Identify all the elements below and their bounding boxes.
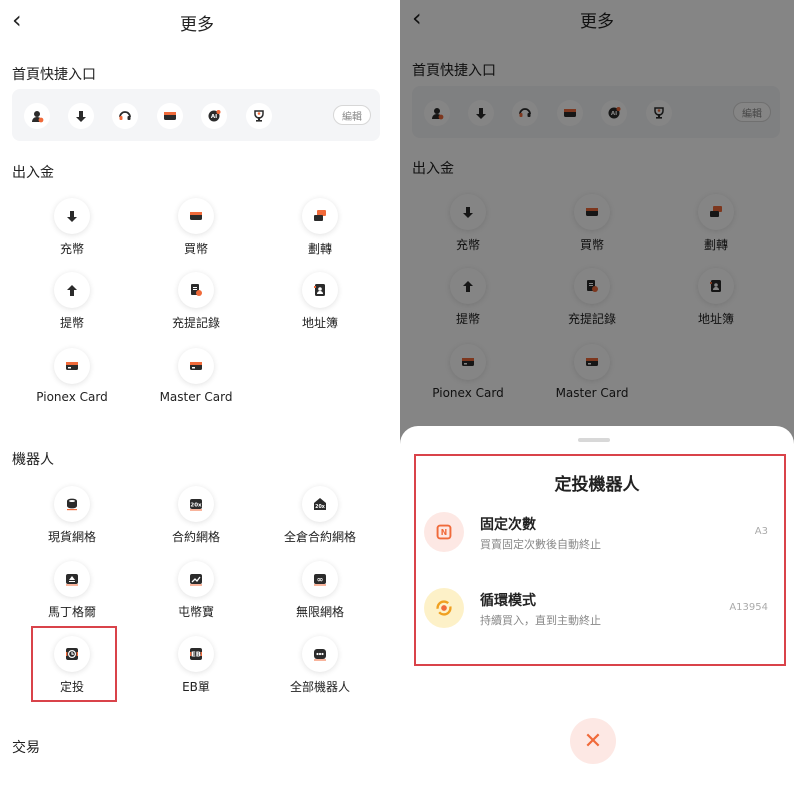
grid-item-futures-grid[interactable]: 合約網格 <box>136 486 256 545</box>
record-icon <box>178 272 214 308</box>
grid-label: 提幣 <box>59 316 84 330</box>
eb-order-icon <box>178 636 214 672</box>
grid-item-records[interactable]: 充提記錄 <box>136 272 256 331</box>
ai-icon[interactable] <box>201 103 227 129</box>
grid-item-transfer[interactable]: 劃轉 <box>260 198 380 257</box>
grid-item-address-book[interactable]: 地址簿 <box>260 272 380 331</box>
sheet-handle[interactable] <box>578 438 610 442</box>
trade-section-title: 交易 <box>12 740 40 756</box>
grid-label: 無限網格 <box>295 605 344 619</box>
grid-label: 全倉合約網格 <box>283 530 356 544</box>
grid-label: EB單 <box>182 680 210 694</box>
more-page-left: ‹ 更多 首頁快捷入口 編輯 出入金 充幣 買幣 劃轉 提幣 充提記錄 地址簿 … <box>0 0 394 786</box>
grid-item-hodl[interactable]: 屯幣寶 <box>136 561 256 620</box>
address-book-icon <box>302 272 338 308</box>
highlight-box <box>414 454 786 666</box>
grid-item-withdraw[interactable]: 提幣 <box>12 272 132 331</box>
grid-item-spot-grid[interactable]: 現貨網格 <box>12 486 132 545</box>
deposit-section-title: 出入金 <box>12 165 54 181</box>
grid-label: 全部機器人 <box>289 680 350 694</box>
quick-entry-bar: 編輯 <box>12 89 380 141</box>
grid-label: 充提記錄 <box>171 316 220 330</box>
grid-item-eb-order[interactable]: EB單 <box>136 636 256 695</box>
spot-grid-icon <box>54 486 90 522</box>
grid-label: 馬丁格爾 <box>47 605 96 619</box>
trophy-icon[interactable] <box>246 103 272 129</box>
transfer-icon <box>302 198 338 234</box>
cross-futures-grid-icon <box>302 486 338 522</box>
user-icon[interactable] <box>24 103 50 129</box>
headset-icon[interactable] <box>112 103 138 129</box>
grid-item-all-bots[interactable]: 全部機器人 <box>260 636 380 695</box>
highlight-box <box>31 626 117 702</box>
page-title: 更多 <box>180 15 214 35</box>
quick-entry-title: 首頁快捷入口 <box>12 67 96 83</box>
edit-button[interactable]: 編輯 <box>333 105 371 125</box>
upload-icon <box>54 272 90 308</box>
card-icon[interactable] <box>157 103 183 129</box>
pionex-card-icon <box>54 348 90 384</box>
master-card-icon <box>178 348 214 384</box>
grid-label: Master Card <box>159 390 233 404</box>
close-icon[interactable]: ✕ <box>570 718 616 764</box>
grid-item-pionex-card[interactable]: Pionex Card <box>12 348 132 404</box>
grid-label: 買幣 <box>183 242 208 256</box>
infinity-grid-icon <box>302 561 338 597</box>
grid-item-deposit[interactable]: 充幣 <box>12 198 132 257</box>
hodl-icon <box>178 561 214 597</box>
grid-item-buy-crypto[interactable]: 買幣 <box>136 198 256 257</box>
grid-label: 現貨網格 <box>47 530 96 544</box>
grid-label: 劃轉 <box>307 242 332 256</box>
all-bots-icon <box>302 636 338 672</box>
grid-item-cross-futures-grid[interactable]: 全倉合約網格 <box>260 486 380 545</box>
download-icon[interactable] <box>68 103 94 129</box>
futures-grid-icon <box>178 486 214 522</box>
grid-item-martingale[interactable]: 馬丁格爾 <box>12 561 132 620</box>
grid-label: Pionex Card <box>36 390 108 404</box>
grid-item-infinity-grid[interactable]: 無限網格 <box>260 561 380 620</box>
header: ‹ 更多 <box>0 0 394 40</box>
grid-label: 地址簿 <box>301 316 338 330</box>
bots-section-title: 機器人 <box>12 452 54 468</box>
martingale-icon <box>54 561 90 597</box>
grid-label: 合約網格 <box>171 530 220 544</box>
grid-item-master-card[interactable]: Master Card <box>136 348 256 404</box>
grid-label: 屯幣寶 <box>177 605 214 619</box>
download-icon <box>54 198 90 234</box>
grid-label: 充幣 <box>59 242 84 256</box>
card-icon <box>178 198 214 234</box>
more-page-right: ‹ 更多 首頁快捷入口 編輯 出入金 充幣 買幣 劃轉 提幣 充提記錄 地址簿 … <box>400 0 794 786</box>
